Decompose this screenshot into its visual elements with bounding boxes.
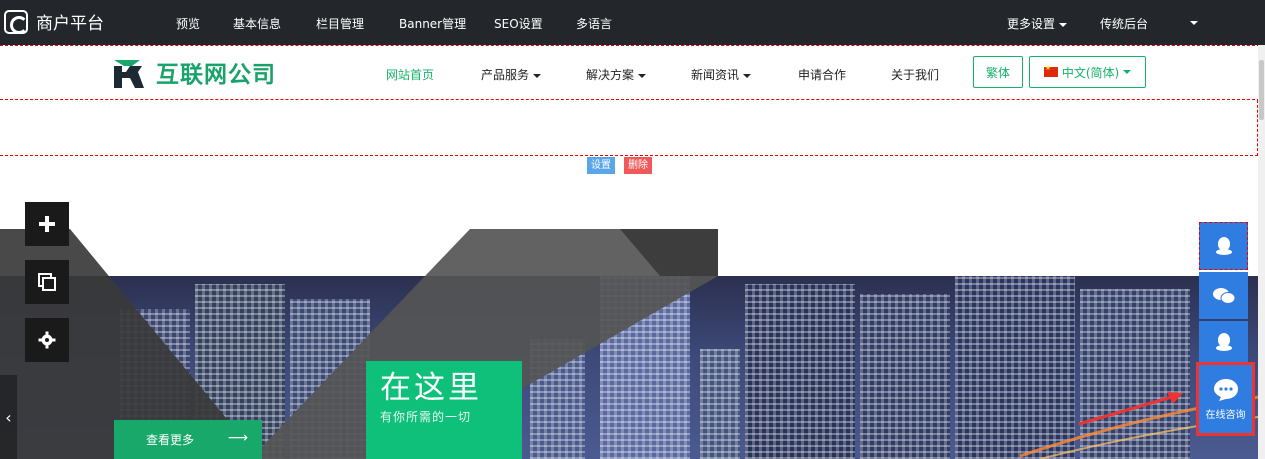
banner-subtitle: 有你所需的一切 (380, 410, 472, 424)
qq-icon (1215, 237, 1232, 255)
chevron-down-icon (638, 73, 647, 78)
nav-solutions-label: 解决方案 (586, 68, 635, 82)
qq-service-button-2[interactable] (1199, 321, 1248, 362)
nav-column-management[interactable]: 栏目管理 (316, 15, 364, 32)
brand-title: 商户平台 (36, 14, 104, 34)
building (745, 284, 855, 459)
chevron-down-icon (1059, 22, 1068, 27)
nav-multilanguage[interactable]: 多语言 (576, 15, 612, 32)
nav-news-label: 新闻资讯 (691, 68, 740, 82)
arrow-right-icon: ⟶ (227, 430, 248, 446)
company-logo-icon (114, 60, 144, 88)
traditional-chinese-button[interactable]: 繁体 (973, 56, 1023, 88)
chevron-down-icon (1190, 20, 1198, 25)
nav-home[interactable]: 网站首页 (386, 66, 434, 83)
china-flag-icon (1043, 64, 1058, 77)
view-more-label: 查看更多 (146, 433, 195, 447)
company-name: 互联网公司 (156, 62, 276, 88)
gear-icon (38, 331, 56, 349)
platform-logo-icon (4, 9, 28, 34)
nav-seo-settings[interactable]: SEO设置 (494, 15, 543, 32)
nav-about[interactable]: 关于我们 (891, 66, 939, 83)
banner-prev-arrow[interactable]: ‹ (0, 375, 17, 459)
site-header: 互联网公司 网站首页 产品服务 解决方案 新闻资讯 申请合作 关于我们 繁体 中… (0, 45, 1265, 100)
qq-service-button[interactable] (1199, 222, 1248, 270)
empty-module-zone[interactable] (0, 100, 1258, 156)
nav-basic-info[interactable]: 基本信息 (233, 15, 281, 32)
nav-cooperation[interactable]: 申请合作 (798, 66, 846, 83)
online-consult-button[interactable]: 在线咨询 (1196, 362, 1255, 436)
banner-overlay-shape (0, 229, 718, 459)
nav-news[interactable]: 新闻资讯 (691, 66, 752, 83)
chat-bubble-icon (1213, 378, 1238, 401)
nav-products-label: 产品服务 (481, 68, 530, 82)
module-delete-button[interactable]: 删除 (624, 157, 652, 174)
online-consult-label: 在线咨询 (1205, 409, 1246, 421)
merchant-platform-brand[interactable]: 商户平台 (4, 9, 104, 34)
building (860, 294, 950, 459)
nav-banner-management[interactable]: Banner管理 (399, 15, 466, 32)
legacy-admin-link[interactable]: 传统后台 (1100, 15, 1148, 32)
nav-preview[interactable]: 预览 (176, 15, 200, 32)
scrollbar-thumb[interactable] (1259, 60, 1264, 120)
module-settings-button[interactable]: 设置 (587, 157, 615, 174)
add-module-button[interactable] (25, 202, 69, 246)
chevron-down-icon (533, 73, 542, 78)
module-settings-tool-button[interactable] (25, 318, 69, 362)
view-more-button[interactable]: 查看更多 ⟶ (114, 420, 262, 459)
admin-topbar: 商户平台 预览 基本信息 栏目管理 Banner管理 SEO设置 多语言 更多设… (0, 0, 1265, 45)
banner-title: 在这里 (380, 370, 482, 406)
more-settings-label: 更多设置 (1007, 17, 1056, 31)
copy-icon (38, 273, 56, 291)
user-menu-toggle[interactable] (1186, 15, 1198, 29)
more-settings-dropdown[interactable]: 更多设置 (1007, 15, 1068, 32)
plus-icon (39, 216, 55, 232)
wechat-icon (1212, 287, 1235, 304)
chevron-down-icon (1123, 70, 1132, 74)
site-logo[interactable]: 互联网公司 (110, 54, 276, 90)
banner-caption-box: 在这里 有你所需的一切 (366, 361, 522, 459)
qq-icon (1215, 332, 1232, 351)
language-select[interactable]: 中文(简体) (1029, 56, 1146, 88)
copy-module-button[interactable] (25, 260, 69, 304)
wechat-service-button[interactable] (1199, 272, 1248, 319)
nav-solutions[interactable]: 解决方案 (586, 66, 647, 83)
chevron-down-icon (743, 73, 752, 78)
annotation-arrow-icon (1078, 392, 1183, 426)
nav-products[interactable]: 产品服务 (481, 66, 542, 83)
language-label: 中文(简体) (1061, 65, 1120, 80)
